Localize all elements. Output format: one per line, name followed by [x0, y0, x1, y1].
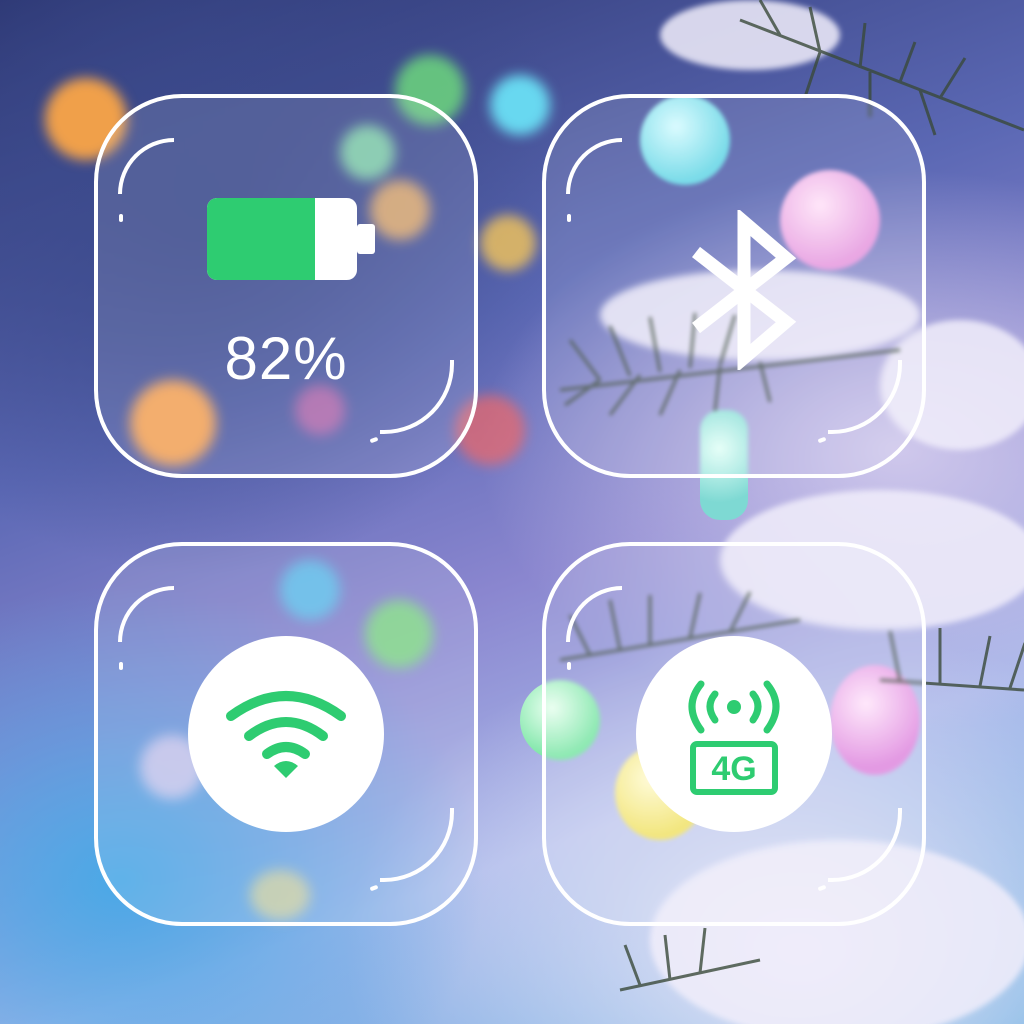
- wifi-widget[interactable]: [94, 542, 478, 926]
- cellular-label: 4G: [711, 750, 756, 788]
- bluetooth-icon: [692, 210, 797, 370]
- tile-gloss: [118, 138, 174, 194]
- tile-gloss: [566, 586, 622, 642]
- battery-percentage: 82%: [224, 325, 348, 392]
- bluetooth-widget[interactable]: [542, 94, 926, 478]
- wifi-icon: [226, 691, 346, 778]
- cellular-4g-icon: 4G: [688, 680, 780, 795]
- tile-gloss: [566, 138, 622, 194]
- tile-gloss: [817, 436, 827, 444]
- tile-gloss: [817, 884, 827, 892]
- cellular-badge: 4G: [636, 636, 832, 832]
- tile-gloss: [380, 808, 454, 882]
- tile-gloss: [828, 360, 902, 434]
- wifi-badge: [188, 636, 384, 832]
- tile-gloss: [119, 662, 123, 670]
- cellular-widget[interactable]: 4G: [542, 542, 926, 926]
- tile-gloss: [369, 884, 379, 892]
- tile-gloss: [567, 662, 571, 670]
- tile-gloss: [118, 586, 174, 642]
- tile-gloss: [369, 436, 379, 444]
- battery-widget[interactable]: 82%: [94, 94, 478, 478]
- tile-gloss: [567, 214, 571, 222]
- tile-gloss: [828, 808, 902, 882]
- battery-icon: [207, 198, 375, 280]
- tile-gloss: [119, 214, 123, 222]
